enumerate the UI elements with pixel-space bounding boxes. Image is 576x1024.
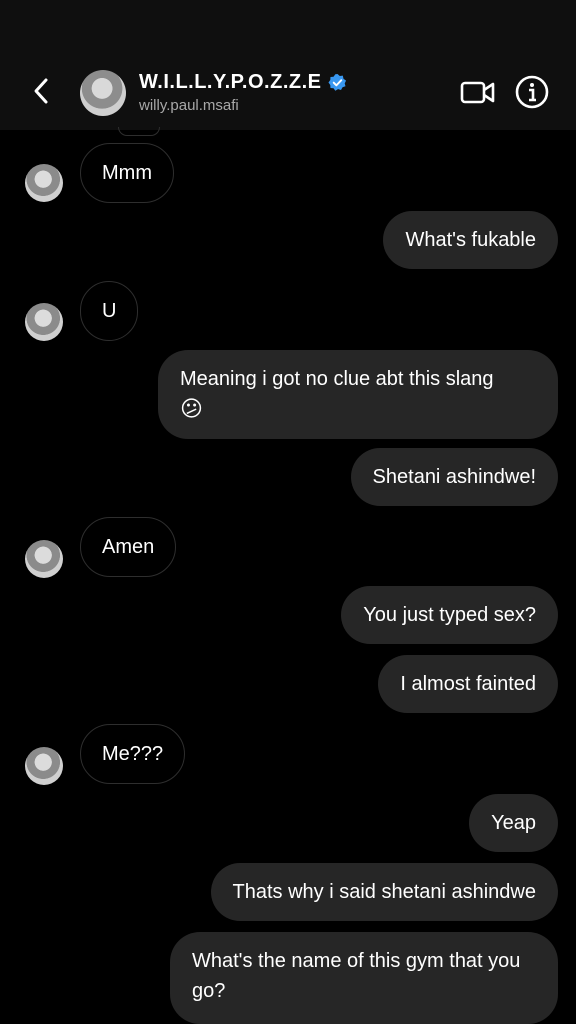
- message-text: What's fukable: [405, 229, 536, 251]
- incoming-message[interactable]: U: [80, 281, 139, 341]
- message-text: I almost fainted: [400, 673, 536, 695]
- outgoing-message[interactable]: What's fukable: [383, 211, 558, 269]
- message-text: Me???: [102, 743, 164, 765]
- profile-title-row: W.I.L.L.Y.P.O.Z.Z.E: [139, 70, 347, 94]
- outgoing-message[interactable]: Shetani ashindwe!: [350, 448, 558, 506]
- message-text: Amen: [102, 536, 155, 558]
- message-text: Yeap: [491, 812, 536, 834]
- message-text: Mmm: [102, 162, 152, 184]
- message-text: You just typed sex?: [363, 604, 536, 626]
- outgoing-message[interactable]: I almost fainted: [378, 655, 558, 713]
- outgoing-message[interactable]: You just typed sex?: [341, 586, 558, 644]
- incoming-message[interactable]: Me???: [80, 724, 186, 784]
- message-text: Thats why i said shetani ashindwe: [232, 881, 537, 903]
- back-arrow-icon[interactable]: [26, 74, 58, 108]
- profile-avatar[interactable]: [80, 70, 126, 116]
- message-text: Shetani ashindwe!: [372, 466, 536, 488]
- profile-name: W.I.L.L.Y.P.O.Z.Z.E: [139, 71, 322, 93]
- sender-avatar[interactable]: [25, 747, 63, 785]
- incoming-message[interactable]: Mmm: [80, 143, 174, 203]
- sender-avatar[interactable]: [25, 303, 63, 341]
- info-icon[interactable]: [514, 74, 550, 110]
- profile-username: willy.paul.msafi: [139, 97, 239, 114]
- sender-avatar[interactable]: [25, 164, 63, 202]
- outgoing-message[interactable]: Meaning i got no clue abt this slang 😕: [158, 350, 558, 439]
- sender-avatar[interactable]: [25, 540, 63, 578]
- verified-badge-icon: [327, 73, 346, 91]
- video-call-icon[interactable]: [460, 78, 496, 106]
- incoming-message[interactable]: Amen: [80, 517, 177, 577]
- outgoing-message[interactable]: What's the name of this gym that you go?: [170, 932, 558, 1024]
- confused-face-emoji: 😕: [180, 396, 203, 421]
- profile-info[interactable]: W.I.L.L.Y.P.O.Z.Z.E willy.paul.msafi: [139, 70, 347, 114]
- outgoing-message[interactable]: Yeap: [469, 794, 558, 852]
- message-text: U: [102, 300, 117, 322]
- message-text: Meaning i got no clue abt this slang: [180, 368, 494, 390]
- outgoing-message[interactable]: Thats why i said shetani ashindwe: [210, 863, 558, 921]
- previous-message-edge: [118, 127, 160, 136]
- chat-header: W.I.L.L.Y.P.O.Z.Z.E willy.paul.msafi: [0, 0, 576, 130]
- message-text: What's the name of this gym that you go?: [192, 950, 521, 1002]
